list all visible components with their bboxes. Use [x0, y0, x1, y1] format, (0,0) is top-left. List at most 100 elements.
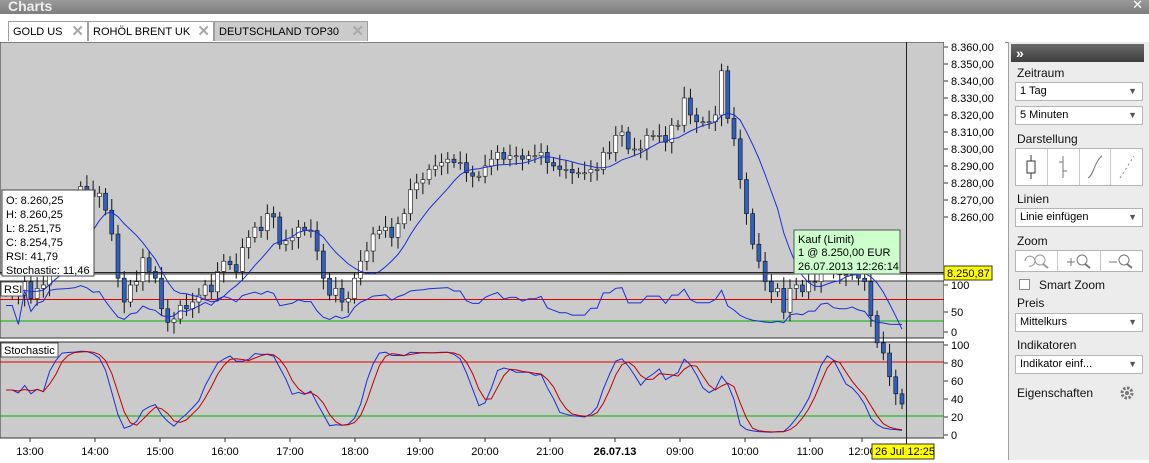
candle-body	[240, 247, 245, 272]
chevron-down-icon: ▼	[1128, 317, 1137, 327]
gear-icon[interactable]	[1119, 385, 1135, 401]
candle-body	[688, 97, 693, 116]
candle-body	[352, 277, 357, 299]
preis-select[interactable]: Mittelkurs ▼	[1015, 313, 1143, 332]
candle-body	[607, 152, 612, 154]
price-tick-label: 8.340,00	[951, 76, 994, 88]
ohlc-close: C: 8.254,75	[6, 237, 63, 249]
candle-body	[762, 260, 768, 282]
stoch-tick-label: 20	[951, 412, 963, 424]
zoom-in-button[interactable]	[1058, 251, 1101, 271]
candle-body	[843, 274, 849, 277]
candle-body	[327, 277, 332, 296]
candle-body	[725, 70, 731, 119]
candlestick-style-button[interactable]	[1016, 149, 1048, 185]
tab-close-icon[interactable]: ✕	[71, 22, 84, 41]
zeitraum-select[interactable]: 1 Tag ▼	[1015, 82, 1143, 101]
panel-collapse-button[interactable]: »	[1011, 44, 1144, 62]
tab-deutschland-top30[interactable]: DEUTSCHLAND TOP30 ✕	[214, 21, 368, 41]
chevron-down-icon: ▼	[1128, 212, 1137, 222]
zoom-out-button[interactable]	[1101, 251, 1142, 271]
tab-close-icon[interactable]: ✕	[351, 22, 364, 41]
candle-body	[41, 284, 46, 289]
candle-body	[756, 243, 762, 262]
linien-label: Linien	[1017, 192, 1050, 206]
price-tick-label: 8.330,00	[951, 93, 994, 105]
price-tick-label: 8.270,00	[951, 195, 994, 207]
candle-body	[557, 165, 563, 170]
candle-body	[408, 189, 413, 214]
candle-body	[563, 169, 569, 171]
time-tick-label: 15:00	[146, 446, 174, 458]
candle-body	[681, 97, 687, 126]
candle-body	[744, 179, 749, 214]
candle-body	[638, 148, 643, 151]
candle-body	[321, 250, 326, 279]
stoch-tick-label: 100	[951, 340, 969, 352]
chevron-down-icon: ▼	[1128, 110, 1137, 120]
candle-body	[781, 288, 787, 313]
dot-chart-icon	[1119, 155, 1135, 179]
candle-body	[420, 179, 426, 184]
tab-gold-us[interactable]: GOLD US ✕	[8, 21, 88, 41]
candle-body	[582, 172, 587, 175]
candle-body	[538, 152, 544, 157]
candle-body	[868, 281, 874, 316]
candle-body	[881, 342, 886, 354]
candle-body	[121, 277, 127, 303]
candle-body	[209, 284, 214, 293]
candle-body	[650, 135, 656, 137]
tab-close-icon[interactable]: ✕	[197, 22, 210, 41]
candle-body	[227, 260, 233, 265]
window-close-icon[interactable]: ✕	[1132, 0, 1143, 13]
zoom-button-group	[1015, 250, 1143, 272]
current-time: 26 Jul 12:25	[875, 446, 935, 458]
candle-body	[370, 233, 376, 252]
double-chevron-icon: »	[1016, 45, 1024, 61]
zoom-out-icon	[1109, 254, 1133, 269]
candle-body	[601, 152, 606, 170]
candle-body	[787, 288, 793, 313]
linien-select[interactable]: Linie einfügen ▼	[1015, 208, 1143, 227]
candle-body	[165, 308, 171, 323]
candle-body	[812, 281, 818, 283]
order-timestamp: 26.07.2013 12:26:14	[798, 261, 899, 273]
candle-body	[513, 155, 519, 158]
candle-body	[569, 169, 575, 174]
price-tick-label: 8.360,00	[951, 42, 994, 54]
time-tick-label: 16:00	[211, 446, 239, 458]
smart-zoom-checkbox[interactable]	[1019, 279, 1030, 290]
candle-body	[377, 230, 382, 235]
candle-body	[171, 318, 177, 323]
time-tick-label: 14:00	[81, 446, 109, 458]
darstellung-button-group	[1015, 148, 1143, 186]
candle-body	[476, 175, 482, 178]
ohlc-style-button[interactable]	[1048, 149, 1080, 185]
tab-rohoel-brent-uk[interactable]: ROHÖL BRENT UK ✕	[88, 21, 214, 41]
candle-body	[625, 131, 631, 150]
candle-body	[775, 288, 780, 293]
price-chart[interactable]: 8.360,00 8.350,00 8.340,00 8.330,00 8.320,00…	[0, 41, 1005, 460]
candle-body	[258, 226, 264, 231]
candle-body	[470, 172, 475, 177]
candle-body	[221, 260, 227, 272]
line-style-button[interactable]	[1080, 149, 1112, 185]
candle-body	[97, 192, 102, 197]
dot-style-button[interactable]	[1111, 149, 1142, 185]
candle-body	[532, 155, 538, 158]
zeitraum-label: Zeitraum	[1017, 66, 1065, 80]
candle-body	[140, 257, 146, 282]
stoch-chart-bg	[0, 341, 945, 439]
eigenschaften-label[interactable]: Eigenschaften	[1017, 386, 1093, 400]
candle-body	[146, 257, 152, 272]
price-tick-label: 8.290,00	[951, 161, 994, 173]
stoch-label: Stochastic	[4, 345, 55, 357]
chart-area[interactable]: 8.360,00 8.350,00 8.340,00 8.330,00 8.320,00…	[0, 41, 1005, 460]
indikatoren-select[interactable]: Indikator einf... ▼	[1015, 355, 1143, 374]
price-axis: 8.360,00 8.350,00 8.340,00 8.330,00 8.320,00…	[944, 42, 994, 224]
candle-body	[414, 182, 419, 191]
candle-body	[333, 288, 339, 296]
interval-select[interactable]: 5 Minuten ▼	[1015, 106, 1143, 125]
zoom-reset-button[interactable]	[1016, 251, 1059, 271]
rsi-tick-label: 100	[951, 280, 969, 292]
